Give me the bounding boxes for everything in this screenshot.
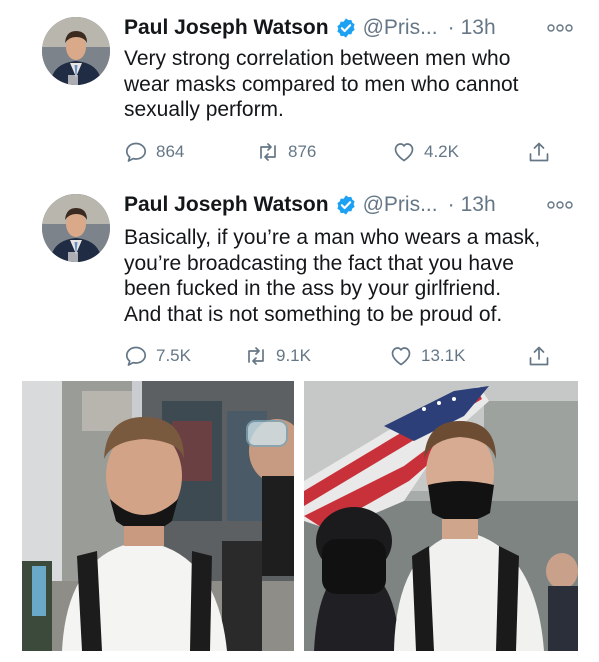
reply-button[interactable]: 7.5K [124, 341, 191, 371]
author-handle[interactable]: @Pris... [363, 193, 438, 217]
tweet-text: Basically, if you’re a man who wears a m… [124, 225, 559, 327]
more-options-icon[interactable] [547, 199, 573, 211]
author-name[interactable]: Paul Joseph Watson [124, 16, 329, 40]
author-avatar[interactable] [42, 194, 110, 262]
reply-button[interactable]: 864 [124, 137, 184, 167]
tweet-timestamp[interactable]: 13h [461, 16, 496, 40]
retweet-count: 9.1K [276, 346, 311, 365]
tweet-text-line: wear masks compared to men who cannot [124, 72, 519, 96]
reply-icon [125, 346, 147, 366]
tweet-text-line: you’re broadcasting the fact that you ha… [124, 251, 514, 275]
author-handle[interactable]: @Pris... [363, 16, 438, 40]
share-icon [529, 346, 549, 366]
retweet-icon [260, 143, 276, 161]
separator-dot: · [447, 193, 455, 216]
verified-badge-icon [336, 195, 355, 215]
tweet-text-line: sexually perform. [124, 98, 284, 121]
reply-count: 7.5K [156, 346, 191, 365]
like-button[interactable]: 13.1K [389, 341, 465, 371]
reply-icon [125, 142, 147, 162]
share-icon [529, 142, 549, 162]
tweet-actions: 7.5K 9.1K 13.1K [124, 341, 559, 371]
tweet-text-line: Very strong correlation between men who [124, 47, 511, 70]
share-button[interactable] [527, 341, 551, 371]
retweet-button[interactable]: 9.1K [244, 341, 311, 371]
retweet-icon [248, 347, 264, 365]
retweet-count: 876 [288, 142, 317, 161]
tweet-timestamp[interactable]: 13h [461, 193, 496, 217]
photo-left[interactable] [22, 381, 294, 651]
like-button[interactable]: 4.2K [392, 137, 459, 167]
share-button[interactable] [527, 137, 551, 167]
retweet-button[interactable]: 876 [256, 137, 316, 167]
heart-icon [394, 143, 414, 162]
more-options-icon[interactable] [547, 22, 573, 34]
like-count: 13.1K [421, 346, 466, 365]
like-count: 4.2K [424, 142, 459, 161]
tweet-actions: 864 876 4.2K [124, 137, 559, 167]
tweet-text: Very strong correlation between men who … [124, 46, 559, 123]
tweet-text-line: And that is not something to be proud of… [124, 302, 503, 326]
tweet-text-line: Basically, if you’re a man who wears a m… [124, 226, 541, 249]
separator-dot: · [447, 16, 455, 39]
reply-count: 864 [156, 142, 185, 161]
verified-badge-icon [336, 18, 355, 38]
tweet-text-line: been fucked in the ass by your girlfrien… [124, 277, 502, 300]
heart-icon [391, 347, 411, 366]
author-avatar[interactable] [42, 17, 110, 85]
photo-right[interactable] [304, 381, 578, 651]
author-name[interactable]: Paul Joseph Watson [124, 193, 329, 217]
